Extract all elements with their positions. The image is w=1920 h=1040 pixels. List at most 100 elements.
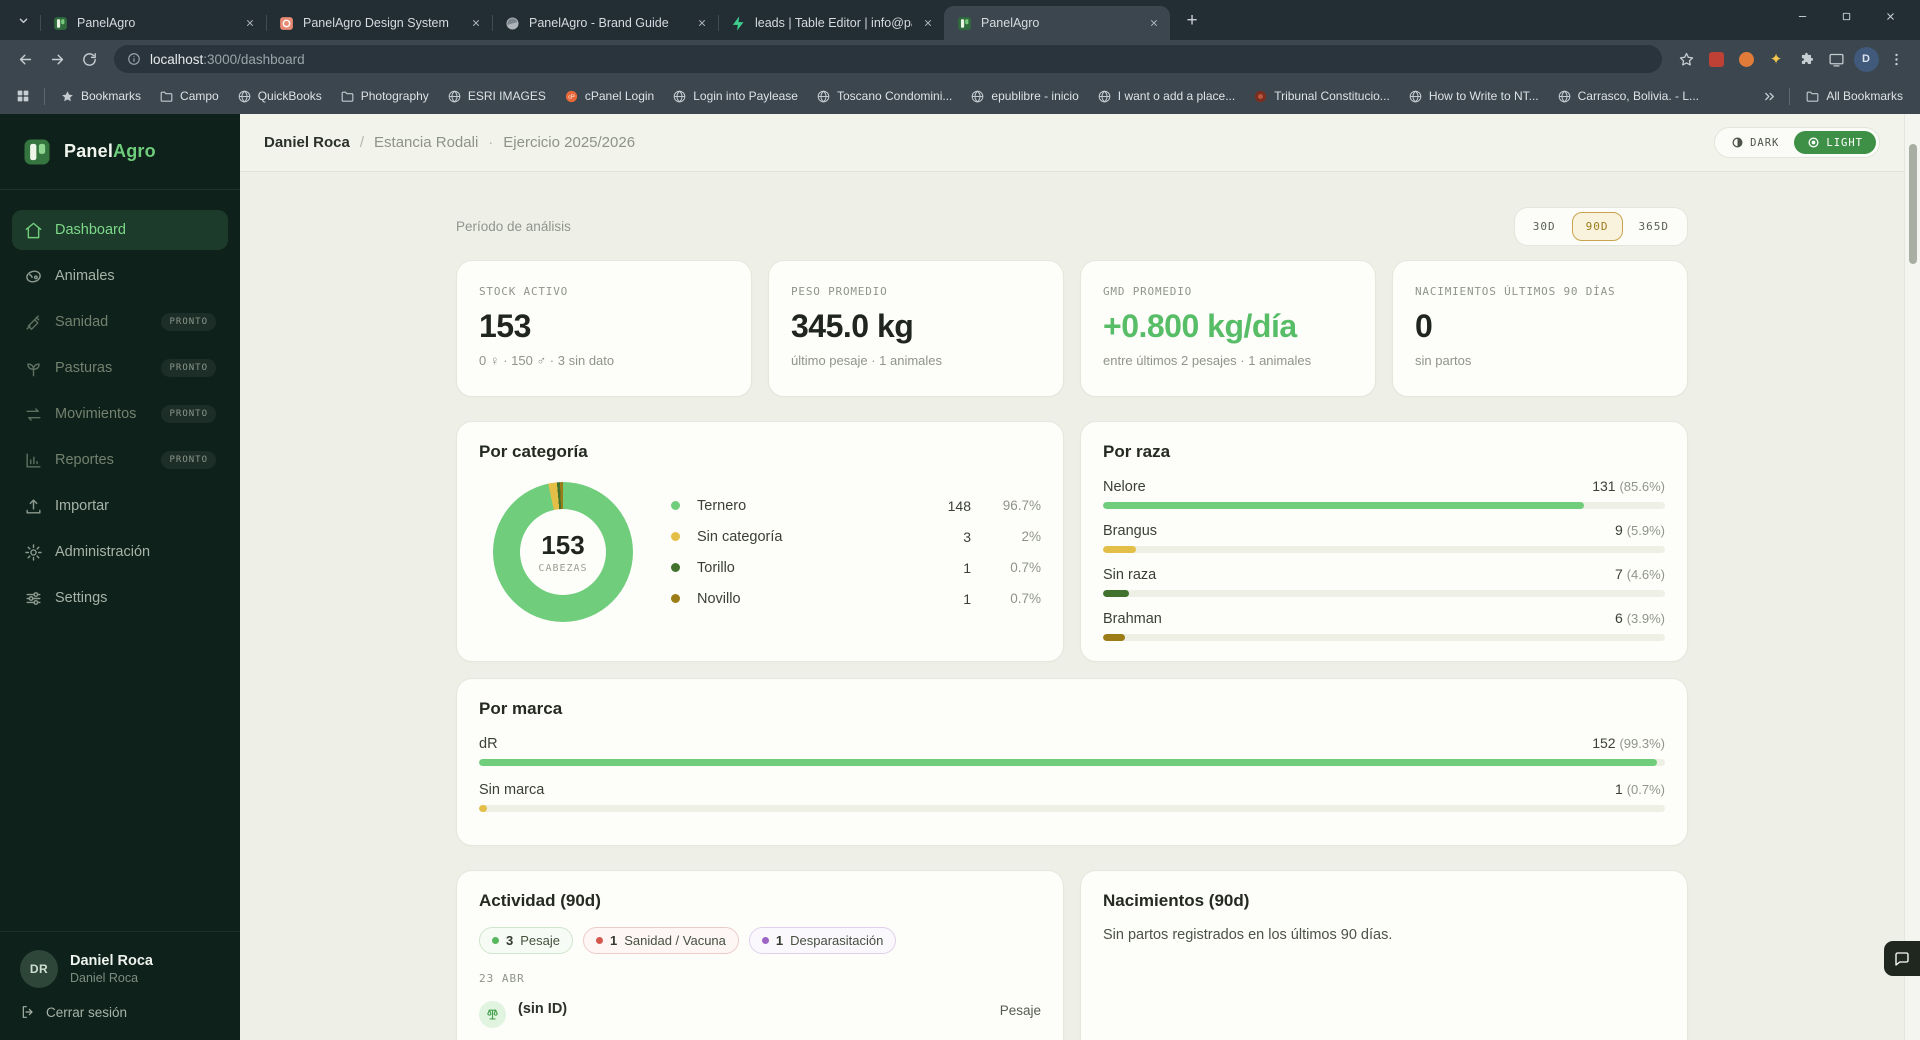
sidebar-item[interactable]: Pasturas PRONTO	[12, 348, 228, 388]
sidebar-item[interactable]: Settings	[12, 578, 228, 618]
extension-sparkle-button[interactable]: ✦	[1762, 45, 1790, 73]
tab-close-icon[interactable]	[242, 15, 258, 31]
theme-light-button[interactable]: LIGHT	[1794, 131, 1876, 154]
chip-count: 1	[775, 933, 784, 948]
globe-icon	[447, 89, 462, 104]
bookmark-items: Bookmarks Campo QuickBooks Photography E…	[53, 85, 1757, 108]
tab-close-icon[interactable]	[1146, 15, 1162, 31]
bookmark-item[interactable]: Tribunal Constitucio...	[1246, 85, 1397, 108]
brand: PanelAgro	[0, 114, 240, 190]
bookmark-item[interactable]: Login into Paylease	[665, 85, 805, 108]
bookmark-item[interactable]: QuickBooks	[230, 85, 329, 108]
raza-row: Nelore 131 (85.6%)	[1103, 478, 1665, 509]
activity-chip[interactable]: 1 Desparasitación	[748, 927, 897, 954]
extension-adblock-button[interactable]	[1702, 45, 1730, 73]
sidebar-item[interactable]: Sanidad PRONTO	[12, 302, 228, 342]
cast-icon	[1828, 51, 1845, 68]
bookmark-item[interactable]: epublibre - inicio	[963, 85, 1085, 108]
back-icon	[17, 51, 34, 68]
tab-close-icon[interactable]	[694, 15, 710, 31]
site-info-icon[interactable]	[127, 52, 141, 66]
bookmark-star-button[interactable]	[1672, 45, 1700, 73]
browser-tab[interactable]: PanelAgro	[40, 6, 266, 40]
bookmarks-overflow-button[interactable]	[1757, 84, 1781, 108]
extension-orange-button[interactable]	[1732, 45, 1760, 73]
marca-row: dR 152 (99.3%)	[479, 735, 1665, 766]
back-button[interactable]	[10, 44, 40, 74]
bookmark-label: How to Write to NT...	[1428, 89, 1539, 103]
bookmark-item[interactable]: cP cPanel Login	[557, 85, 661, 108]
divider	[44, 87, 45, 105]
address-bar[interactable]: localhost:3000/dashboard	[114, 45, 1662, 73]
nacimientos-empty-text: Sin partos registrados en los últimos 90…	[1103, 927, 1393, 943]
period-option[interactable]: 90D	[1571, 211, 1623, 241]
breadcrumb-farm[interactable]: Estancia Rodali	[374, 134, 478, 151]
activity-row[interactable]: (sin ID) Pesaje	[479, 993, 1041, 1036]
activity-chip[interactable]: 3 Pesaje	[479, 927, 573, 954]
categoria-card: Por categoría 153 CABEZAS Ternero 148 96…	[456, 421, 1064, 662]
bookmark-item[interactable]: Toscano Condomini...	[809, 85, 959, 108]
reload-button[interactable]	[74, 44, 104, 74]
bookmark-item[interactable]: I want o add a place...	[1090, 85, 1242, 108]
chip-dot	[595, 937, 603, 944]
window-minimize-button[interactable]	[1780, 0, 1824, 32]
main-area: Daniel Roca / Estancia Rodali · Ejercici…	[240, 114, 1920, 1040]
home-icon	[24, 221, 43, 240]
bookmark-item[interactable]: ESRI IMAGES	[440, 85, 553, 108]
page-scrollbar[interactable]	[1904, 114, 1920, 1040]
dot-circle-icon	[1807, 136, 1820, 149]
theme-dark-button[interactable]: DARK	[1718, 131, 1792, 154]
tab-search-button[interactable]	[10, 7, 36, 33]
sidebar-item[interactable]: Dashboard	[12, 210, 228, 250]
breadcrumb-exercise: Ejercicio 2025/2026	[503, 134, 636, 151]
chat-widget-button[interactable]	[1884, 941, 1920, 976]
bookmark-item[interactable]: Campo	[152, 85, 226, 108]
sidebar-item[interactable]: Movimientos PRONTO	[12, 394, 228, 434]
extensions-menu-button[interactable]	[1792, 45, 1820, 73]
browser-tab[interactable]: leads | Table Editor | info@pane	[718, 6, 944, 40]
chip-count: 1	[609, 933, 618, 948]
forward-button[interactable]	[42, 44, 72, 74]
breadcrumb-separator: /	[359, 134, 365, 151]
breadcrumb-user[interactable]: Daniel Roca	[264, 134, 350, 151]
sidebar-item-label: Settings	[55, 590, 108, 606]
stat-label: NACIMIENTOS ÚLTIMOS 90 DÍAS	[1415, 285, 1616, 298]
browser-tab[interactable]: PanelAgro - Brand Guide	[492, 6, 718, 40]
tab-close-icon[interactable]	[920, 15, 936, 31]
logout-button[interactable]: Cerrar sesión	[20, 1004, 220, 1020]
folder-icon	[1805, 89, 1820, 104]
halfmoon-icon	[1731, 136, 1744, 149]
sidebar-item-label: Animales	[55, 268, 115, 284]
bookmark-item[interactable]: Bookmarks	[53, 85, 148, 108]
breadcrumb: Daniel Roca / Estancia Rodali · Ejercici…	[264, 134, 635, 151]
all-bookmarks-button[interactable]: All Bookmarks	[1798, 85, 1910, 108]
activity-row[interactable]: (sin ID) Ivermectina Desparasitación	[479, 1036, 1041, 1040]
period-option[interactable]: 30D	[1519, 212, 1570, 241]
new-tab-button[interactable]: +	[1178, 7, 1206, 35]
window-close-icon	[1885, 11, 1896, 22]
bookmark-label: I want o add a place...	[1117, 89, 1236, 103]
sidebar-item[interactable]: Reportes PRONTO	[12, 440, 228, 480]
window-maximize-button[interactable]	[1824, 0, 1868, 32]
cast-button[interactable]	[1822, 45, 1850, 73]
period-option[interactable]: 365D	[1625, 212, 1684, 241]
tab-close-icon[interactable]	[468, 15, 484, 31]
browser-tab[interactable]: PanelAgro	[944, 6, 1170, 40]
stats-grid: STOCK ACTIVO 153 0 ♀ · 150 ♂ · 3 sin dat…	[456, 260, 1688, 397]
profile-button[interactable]: D	[1852, 45, 1880, 73]
browser-tab[interactable]: PanelAgro Design System	[266, 6, 492, 40]
activity-chip[interactable]: 1 Sanidad / Vacuna	[582, 927, 739, 954]
bookmark-item[interactable]: How to Write to NT...	[1401, 85, 1546, 108]
marca-label: Sin marca	[479, 782, 545, 798]
sidebar-item[interactable]: Importar	[12, 486, 228, 526]
syringe-icon	[24, 313, 43, 332]
sidebar-item[interactable]: Animales	[12, 256, 228, 296]
window-close-button[interactable]	[1868, 0, 1912, 32]
browser-menu-button[interactable]	[1882, 45, 1910, 73]
bookmark-item[interactable]: Photography	[333, 85, 436, 108]
sidebar-item[interactable]: Administración	[12, 532, 228, 572]
bookmark-item[interactable]: Carrasco, Bolivia. - L...	[1550, 85, 1706, 108]
scrollbar-thumb[interactable]	[1909, 144, 1917, 264]
apps-grid-button[interactable]	[10, 83, 36, 109]
user-subtitle: Daniel Roca	[70, 971, 139, 985]
